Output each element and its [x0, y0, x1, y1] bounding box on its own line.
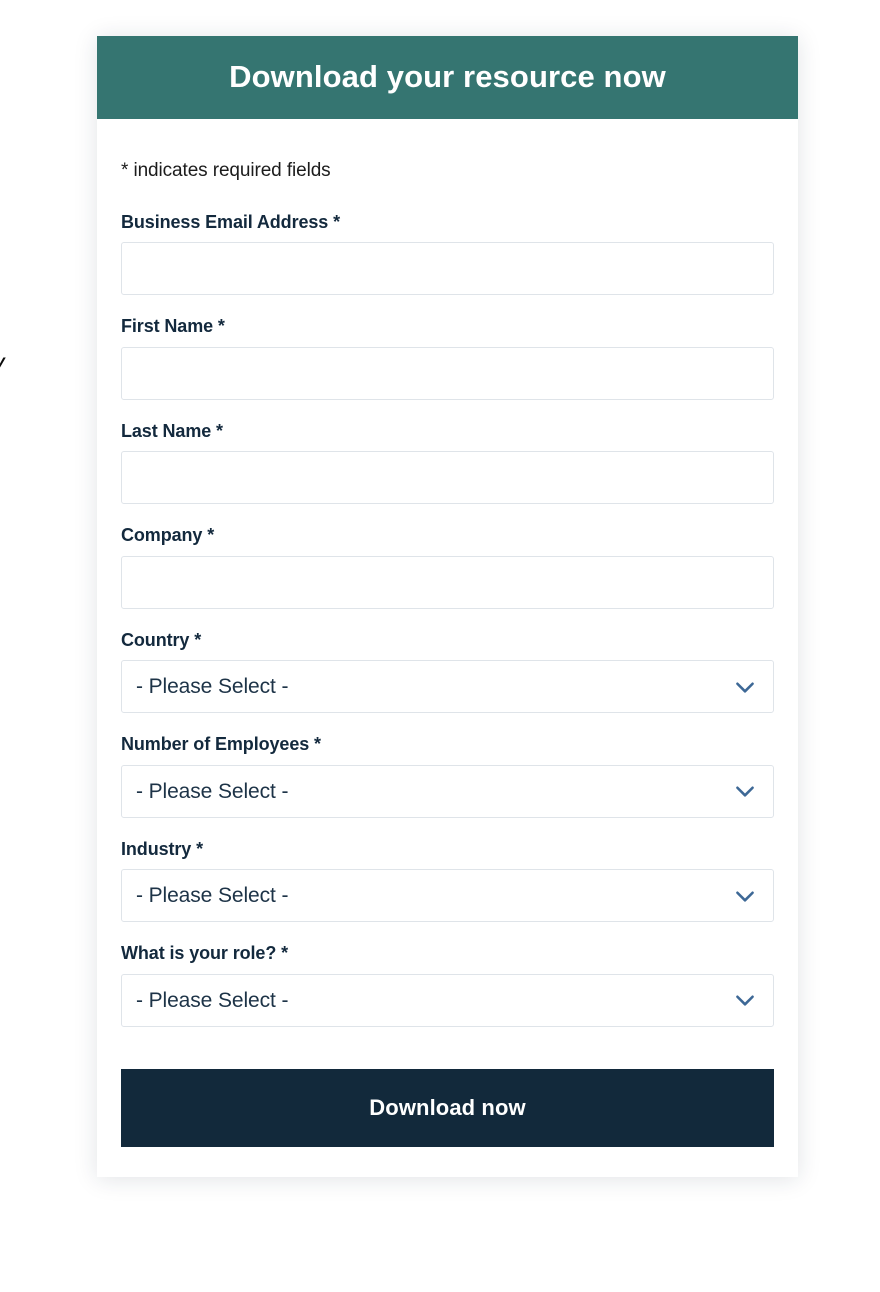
- country-select-value: - Please Select -: [136, 675, 289, 699]
- number-of-employees-select-value: - Please Select -: [136, 779, 289, 803]
- form-body: * indicates required fields Business Ema…: [97, 119, 798, 1177]
- field-industry: Industry * - Please Select -: [121, 838, 774, 923]
- label-number-of-employees: Number of Employees *: [121, 734, 321, 755]
- field-role: What is your role? * - Please Select -: [121, 942, 774, 1027]
- company-input[interactable]: [121, 555, 774, 609]
- required-fields-note: * indicates required fields: [121, 160, 331, 181]
- label-country: Country *: [121, 629, 202, 650]
- last-name-input[interactable]: [121, 451, 774, 505]
- label-industry: Industry *: [121, 838, 204, 859]
- label-company: Company *: [121, 525, 215, 546]
- field-number-of-employees: Number of Employees * - Please Select -: [121, 733, 774, 818]
- role-select-box[interactable]: - Please Select -: [121, 973, 774, 1027]
- number-of-employees-select[interactable]: - Please Select -: [121, 764, 774, 818]
- form-header: Download your resource now: [97, 36, 798, 119]
- download-resource-form-card: Download your resource now * indicates r…: [97, 36, 798, 1177]
- field-first-name: First Name *: [121, 315, 774, 400]
- field-company: Company *: [121, 524, 774, 609]
- number-of-employees-select-box[interactable]: - Please Select -: [121, 764, 774, 818]
- industry-select-box[interactable]: - Please Select -: [121, 869, 774, 923]
- industry-select[interactable]: - Please Select -: [121, 869, 774, 923]
- country-select-box[interactable]: - Please Select -: [121, 660, 774, 714]
- first-name-input[interactable]: [121, 346, 774, 400]
- page-title: Download your resource now: [229, 59, 666, 95]
- background-text-fragment: y: [0, 349, 5, 378]
- country-select[interactable]: - Please Select -: [121, 660, 774, 714]
- role-select-value: - Please Select -: [136, 988, 289, 1012]
- submit-row: Download now: [121, 1068, 774, 1147]
- field-last-name: Last Name *: [121, 420, 774, 505]
- industry-select-value: - Please Select -: [136, 884, 289, 908]
- field-country: Country * - Please Select -: [121, 629, 774, 714]
- label-first-name: First Name *: [121, 316, 225, 337]
- role-select[interactable]: - Please Select -: [121, 973, 774, 1027]
- business-email-address-input[interactable]: [121, 242, 774, 296]
- label-role: What is your role? *: [121, 943, 289, 964]
- field-business-email-address: Business Email Address *: [121, 211, 774, 296]
- label-last-name: Last Name *: [121, 420, 223, 441]
- download-now-button[interactable]: Download now: [121, 1068, 774, 1147]
- label-business-email-address: Business Email Address *: [121, 211, 341, 232]
